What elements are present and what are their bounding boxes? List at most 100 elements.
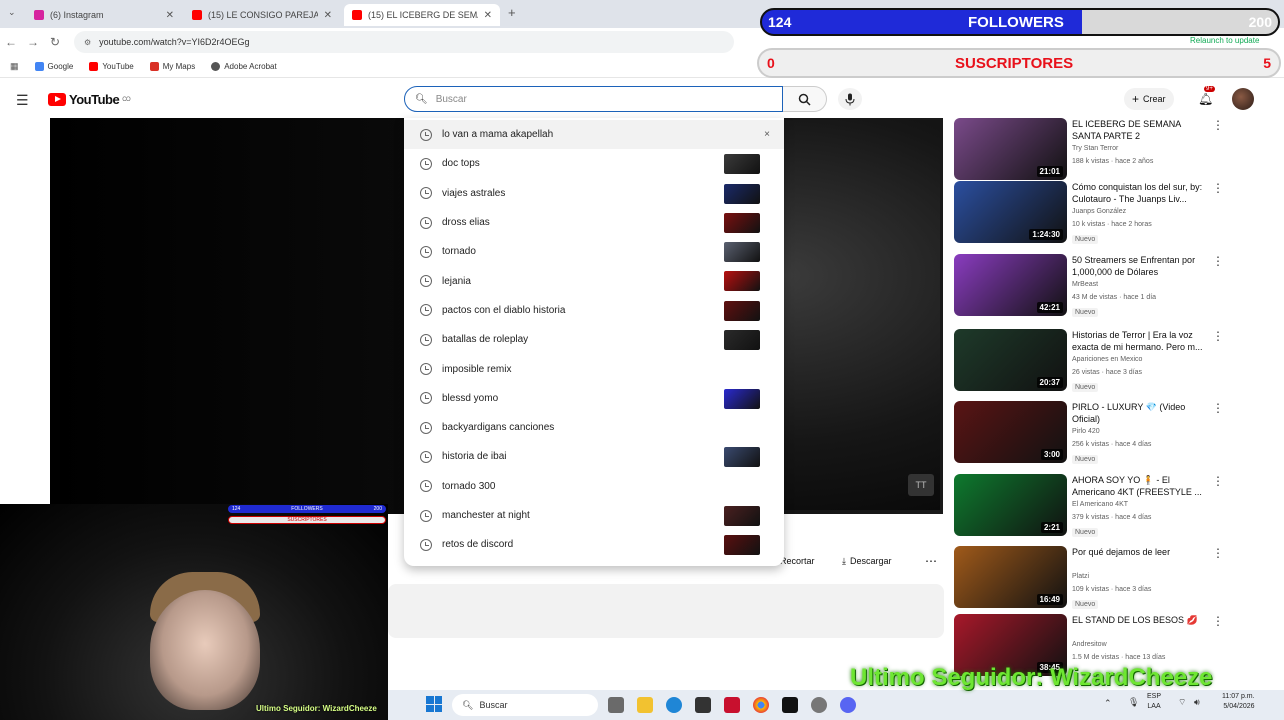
windows-start-icon[interactable]: [426, 696, 442, 712]
suggestion-item[interactable]: historia de ibai: [404, 442, 784, 471]
recommended-video[interactable]: 20:37 Historias de Terror | Era la voz ex…: [954, 329, 1254, 395]
avatar[interactable]: [1232, 88, 1254, 110]
recommended-video[interactable]: 21:01 EL ICEBERG DE SEMANA SANTA PARTE 2 T…: [954, 118, 1254, 184]
video-thumbnail[interactable]: 16:49: [954, 546, 1067, 608]
bookmark-adobe-acrobat[interactable]: Adobe Acrobat: [211, 62, 277, 71]
recommended-video[interactable]: 3:00 PIRLO - LUXURY 💎 (Video Oficial) Pirl…: [954, 401, 1254, 467]
suggestion-item[interactable]: imposible remix: [404, 354, 784, 383]
wifi-icon[interactable]: ⌔: [1178, 697, 1186, 708]
video-title[interactable]: 50 Streamers se Enfrentan por 1,000,000 …: [1072, 254, 1212, 278]
suggestion-item[interactable]: pactos con el diablo historia: [404, 296, 784, 325]
voice-search-button[interactable]: [838, 88, 862, 110]
taskbar-search[interactable]: 🔍︎ Buscar: [452, 694, 598, 716]
store-icon[interactable]: [695, 697, 711, 713]
task-view-icon[interactable]: [608, 697, 624, 713]
channel-name[interactable]: Pirlo 420: [1072, 428, 1100, 435]
recommended-video[interactable]: 16:49 Por qué dejamos de leer Platzi 109 k …: [954, 546, 1254, 612]
new-tab-button[interactable]: +: [508, 5, 516, 20]
close-icon[interactable]: ✕: [484, 10, 492, 21]
more-options-icon[interactable]: ⋮: [1212, 118, 1224, 132]
more-actions-button[interactable]: ⋯: [920, 550, 942, 572]
more-options-icon[interactable]: ⋮: [1212, 254, 1224, 268]
description-box[interactable]: [388, 584, 944, 638]
volume-icon[interactable]: 🔊︎: [1194, 697, 1200, 708]
tab-youtube-pareja[interactable]: (15) LE CONSIGO PAREJA A OYE ✕: [184, 4, 340, 26]
video-title[interactable]: Cómo conquistan los del sur, by: Culotau…: [1072, 181, 1212, 205]
tab-list-chevron-icon[interactable]: ⌄: [8, 7, 16, 18]
search-button[interactable]: [783, 86, 827, 112]
video-thumbnail[interactable]: 42:21: [954, 254, 1067, 316]
taskbar-clock[interactable]: 11:07 p.m. 5/04/2026: [1222, 692, 1255, 712]
video-thumbnail[interactable]: 3:00: [954, 401, 1067, 463]
file-explorer-icon[interactable]: [637, 697, 653, 713]
channel-name[interactable]: Apariciones en Mexico: [1072, 356, 1142, 363]
menu-icon[interactable]: ☰: [16, 92, 29, 109]
suggestion-item[interactable]: backyardigans canciones: [404, 413, 784, 442]
site-info-icon[interactable]: ⚙: [84, 38, 91, 47]
video-thumbnail[interactable]: 20:37: [954, 329, 1067, 391]
more-options-icon[interactable]: ⋮: [1212, 181, 1224, 195]
download-button[interactable]: ⤓ Descargar: [834, 550, 900, 572]
remove-suggestion-icon[interactable]: ×: [764, 129, 770, 140]
captions-icon[interactable]: TT: [908, 474, 934, 496]
chevron-up-icon[interactable]: ⌃: [1104, 698, 1112, 709]
suggestion-item[interactable]: retos de discord: [404, 530, 784, 559]
tab-instagram[interactable]: (6) Instagram ✕: [26, 4, 182, 26]
discord-icon[interactable]: [840, 697, 856, 713]
suggestion-item[interactable]: doc tops: [404, 149, 784, 178]
suggestion-item[interactable]: dross elias: [404, 208, 784, 237]
video-thumbnail[interactable]: 1:24:30: [954, 181, 1067, 243]
language-indicator[interactable]: ESP LAA: [1147, 692, 1161, 712]
chrome-icon[interactable]: [753, 697, 769, 713]
suggestion-item[interactable]: viajes astrales: [404, 179, 784, 208]
channel-name[interactable]: MrBeast: [1072, 281, 1098, 288]
recommended-video[interactable]: 1:24:30 Cómo conquistan los del sur, by: …: [954, 181, 1254, 247]
suggestion-item[interactable]: tornado 300: [404, 472, 784, 501]
video-title[interactable]: EL STAND DE LOS BESOS 💋: [1072, 614, 1212, 626]
acrobat-icon[interactable]: [724, 697, 740, 713]
channel-name[interactable]: Andresitow: [1072, 641, 1107, 648]
more-options-icon[interactable]: ⋮: [1212, 614, 1224, 628]
more-options-icon[interactable]: ⋮: [1212, 329, 1224, 343]
video-thumbnail[interactable]: 21:01: [954, 118, 1067, 180]
close-icon[interactable]: ✕: [324, 10, 332, 21]
suggestion-item[interactable]: manchester at night: [404, 501, 784, 530]
more-options-icon[interactable]: ⋮: [1212, 546, 1224, 560]
suggestion-item[interactable]: blessd yomo: [404, 384, 784, 413]
channel-name[interactable]: Platzi: [1072, 573, 1089, 580]
settings-icon[interactable]: [811, 697, 827, 713]
video-title[interactable]: PIRLO - LUXURY 💎 (Video Oficial): [1072, 401, 1212, 425]
apps-grid-icon[interactable]: ▦: [10, 61, 19, 72]
bookmark-google[interactable]: Google: [34, 62, 73, 71]
youtube-logo[interactable]: YouTube CO: [48, 92, 131, 107]
suggestion-item[interactable]: lejania: [404, 266, 784, 295]
video-title[interactable]: EL ICEBERG DE SEMANA SANTA PARTE 2: [1072, 118, 1212, 142]
recommended-video[interactable]: 42:21 50 Streamers se Enfrentan por 1,000…: [954, 254, 1254, 320]
recommended-video[interactable]: 2:21 AHORA SOY YO 🧍 - El Americano 4KT (F…: [954, 474, 1254, 540]
channel-name[interactable]: Juanps González: [1072, 208, 1126, 215]
channel-name[interactable]: Try Stan Terror: [1072, 145, 1118, 152]
more-options-icon[interactable]: ⋮: [1212, 401, 1224, 415]
video-thumbnail[interactable]: 2:21: [954, 474, 1067, 536]
suggestion-item[interactable]: lo van a mama akapellah ×: [404, 120, 784, 150]
suggestion-item[interactable]: tornado: [404, 237, 784, 266]
tab-youtube-iceberg[interactable]: (15) EL ICEBERG DE SEMANA S ✕: [344, 4, 500, 26]
video-title[interactable]: Por qué dejamos de leer: [1072, 546, 1212, 558]
microphone-icon[interactable]: 🎙︎: [1128, 697, 1139, 708]
notifications-button[interactable]: 🔔︎ 9+: [1198, 86, 1215, 108]
bookmark-my-maps[interactable]: My Maps: [149, 62, 195, 71]
search-input[interactable]: 🔍︎ Buscar: [404, 86, 783, 112]
bookmark-youtube[interactable]: YouTube: [89, 62, 134, 71]
reload-icon[interactable]: ↻: [44, 35, 66, 49]
more-options-icon[interactable]: ⋮: [1212, 474, 1224, 488]
forward-icon[interactable]: →: [22, 35, 44, 49]
relaunch-button[interactable]: Relaunch to update: [1190, 36, 1259, 45]
tiktok-icon[interactable]: [782, 697, 798, 713]
channel-name[interactable]: El Americano 4KT: [1072, 501, 1128, 508]
clip-button[interactable]: Recortar: [780, 550, 815, 572]
video-title[interactable]: AHORA SOY YO 🧍 - El Americano 4KT (FREES…: [1072, 474, 1212, 498]
edge-icon[interactable]: [666, 697, 682, 713]
create-button[interactable]: + Crear: [1124, 88, 1174, 110]
back-icon[interactable]: ←: [0, 35, 22, 49]
url-field[interactable]: ⚙ youtube.com/watch?v=YI6D2r4OEGg: [74, 31, 734, 53]
